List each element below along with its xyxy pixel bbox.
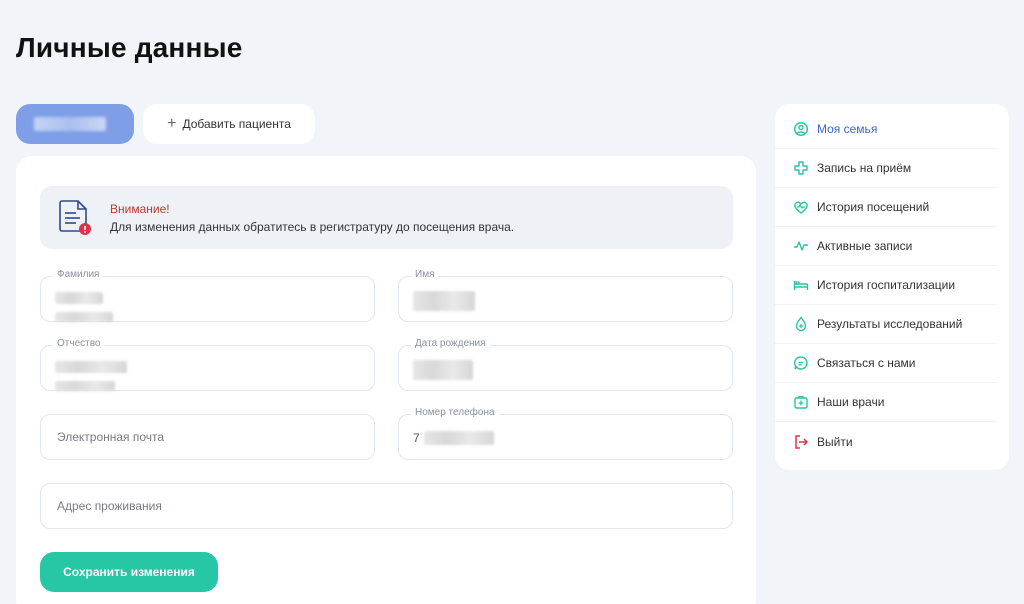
surname-value-redacted	[55, 291, 113, 322]
surname-field[interactable]: Фамилия	[40, 269, 375, 322]
document-warning-icon	[59, 200, 91, 235]
menu-label-family: Моя семья	[817, 122, 878, 136]
menu-label-appointment: Запись на приём	[817, 161, 912, 175]
hospital-bed-icon	[793, 281, 809, 290]
birthdate-field[interactable]: Дата рождения	[398, 338, 733, 391]
phone-number-redacted	[424, 430, 495, 445]
patronymic-field[interactable]: Отчество	[40, 338, 375, 391]
patient-name-redacted	[34, 117, 106, 131]
menu-item-logout[interactable]: Выйти	[775, 422, 997, 461]
medkit-icon	[794, 395, 808, 409]
birthdate-label: Дата рождения	[411, 338, 490, 349]
logout-icon	[795, 434, 808, 449]
page-title: Личные данные	[16, 32, 243, 63]
menu-item-family[interactable]: Моя семья	[775, 110, 997, 149]
menu-item-contact-us[interactable]: Связаться с нами	[775, 344, 997, 383]
chat-icon	[794, 356, 808, 370]
menu-item-active-records[interactable]: Активные записи	[775, 227, 997, 266]
email-placeholder: Электронная почта	[57, 430, 165, 444]
menu-item-research-results[interactable]: Результаты исследований	[775, 305, 997, 344]
plus-icon: +	[167, 115, 177, 132]
phone-label: Номер телефона	[411, 407, 499, 418]
attention-alert: Внимание! Для изменения данных обратитес…	[40, 186, 733, 249]
menu-item-visit-history[interactable]: История посещений	[775, 188, 997, 227]
phone-field[interactable]: Номер телефона 7	[398, 407, 733, 460]
menu-label-active-records: Активные записи	[817, 239, 913, 253]
heart-pulse-icon	[794, 201, 808, 214]
medical-cross-icon	[794, 161, 808, 175]
name-label: Имя	[411, 269, 439, 280]
pulse-line-icon	[794, 241, 808, 251]
save-changes-button[interactable]: Сохранить изменения	[40, 552, 218, 592]
menu-item-hospitalization[interactable]: История госпитализации	[775, 266, 997, 305]
drop-icon	[795, 316, 807, 332]
menu-label-contact-us: Связаться с нами	[817, 356, 916, 370]
alert-text: Для изменения данных обратитесь в регист…	[110, 220, 515, 234]
patronymic-value-redacted	[55, 360, 127, 391]
menu-item-appointment[interactable]: Запись на приём	[775, 149, 997, 188]
personal-data-card: Внимание! Для изменения данных обратитес…	[16, 156, 756, 604]
surname-label: Фамилия	[53, 269, 104, 280]
alert-title: Внимание!	[110, 202, 170, 216]
add-patient-label: Добавить пациента	[182, 117, 291, 131]
phone-prefix: 7	[413, 430, 420, 445]
menu-item-doctors[interactable]: Наши врачи	[775, 383, 997, 422]
phone-value: 7	[413, 429, 495, 445]
patient-tab-active[interactable]	[16, 104, 134, 144]
name-value-redacted	[413, 291, 475, 311]
side-menu: Моя семья Запись на приём История посеще…	[775, 104, 1009, 470]
menu-label-hospitalization: История госпитализации	[817, 278, 956, 292]
add-patient-button[interactable]: + Добавить пациента	[143, 104, 315, 144]
menu-label-research-results: Результаты исследований	[817, 317, 963, 331]
address-placeholder: Адрес проживания	[57, 499, 162, 513]
patronymic-label: Отчество	[53, 338, 105, 349]
menu-label-doctors: Наши врачи	[817, 395, 885, 409]
family-icon	[793, 121, 809, 137]
birthdate-value-redacted	[413, 360, 473, 380]
menu-label-visit-history: История посещений	[817, 200, 930, 214]
email-field[interactable]: Электронная почта	[40, 414, 375, 460]
address-field[interactable]: Адрес проживания	[40, 483, 733, 529]
menu-label-logout: Выйти	[817, 434, 853, 449]
name-field[interactable]: Имя	[398, 269, 733, 322]
